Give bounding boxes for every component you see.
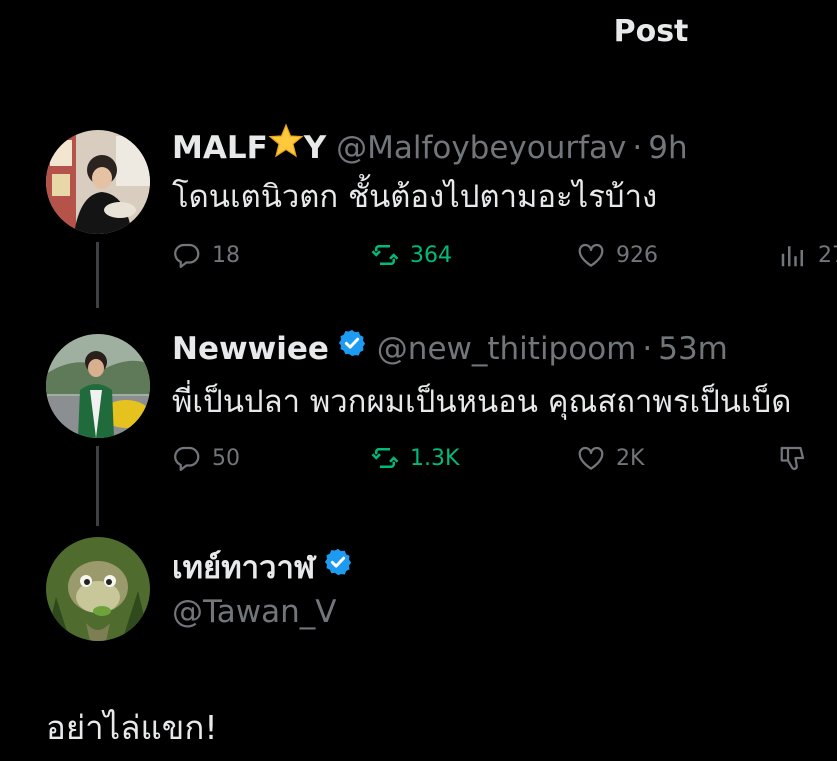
avatar[interactable] [46,537,150,641]
reply-author-handle-row: @Tawan_V [172,593,337,631]
reply-author-header: เทย์ทาวาฬ [172,547,353,589]
avatar[interactable] [46,334,150,438]
thread-line [96,242,99,308]
view-count: 27 [818,242,837,268]
timestamp[interactable]: 9h [648,130,687,166]
thread-line [96,446,99,526]
author-name[interactable]: Newwiee [172,331,329,367]
verified-badge-icon [337,328,367,367]
tweet-actions: 18 364 926 27 [172,238,837,272]
reply-count: 50 [212,445,240,471]
post-page: Post MALF Y @Malfoybeyourfav · 9h โดนเตนิวต… [0,0,837,761]
reply-icon [174,243,200,268]
repost-count: 1.3K [410,445,460,471]
author-name[interactable]: MALF Y [172,123,326,166]
views-button[interactable]: 27 [778,238,837,272]
star-emoji-icon [268,123,304,168]
heart-icon [578,243,604,267]
repost-button[interactable]: 364 [370,238,452,272]
verified-badge-icon [323,547,353,586]
like-count: 2K [616,445,645,471]
tweet-header: MALF Y @Malfoybeyourfav · 9h [172,123,688,172]
reply-button[interactable]: 18 [172,238,240,272]
repost-button[interactable]: 1.3K [370,441,459,475]
like-button[interactable]: 926 [576,238,658,272]
repost-icon [371,448,399,468]
like-count: 926 [616,242,658,268]
views-chart-icon [781,246,803,267]
avatar[interactable] [46,130,150,234]
tweet-text: พี่เป็นปลา พวกผมเป็นหนอน คุณสถาพรเป็นเบ็… [172,384,792,420]
author-handle[interactable]: @new_thitipoom [377,331,637,367]
timestamp[interactable]: 53m [658,331,728,367]
downvote-button[interactable] [778,441,818,475]
separator-dot: · [632,130,643,166]
page-title: Post [613,14,689,49]
tweet-actions: 50 1.3K 2K [172,441,837,475]
like-button[interactable]: 2K [576,441,644,475]
tweet-header: Newwiee @new_thitipoom · 53m [172,328,728,370]
heart-icon [578,446,604,470]
author-handle[interactable]: @Tawan_V [172,594,337,630]
thumbs-down-icon [780,446,805,470]
reply-count: 18 [212,242,240,268]
repost-icon [371,245,399,265]
reply-button[interactable]: 50 [172,441,240,475]
author-handle[interactable]: @Malfoybeyourfav [336,130,626,166]
reply-icon [174,446,200,471]
tweet-text: โดนเตนิวตก ชั้นต้องไปตามอะไรบ้าง [172,179,658,215]
author-name[interactable]: เทย์ทาวาฬ [172,550,315,586]
reply-text: อย่าไล่แขก! [46,708,218,747]
separator-dot: · [642,331,653,367]
repost-count: 364 [410,242,452,268]
